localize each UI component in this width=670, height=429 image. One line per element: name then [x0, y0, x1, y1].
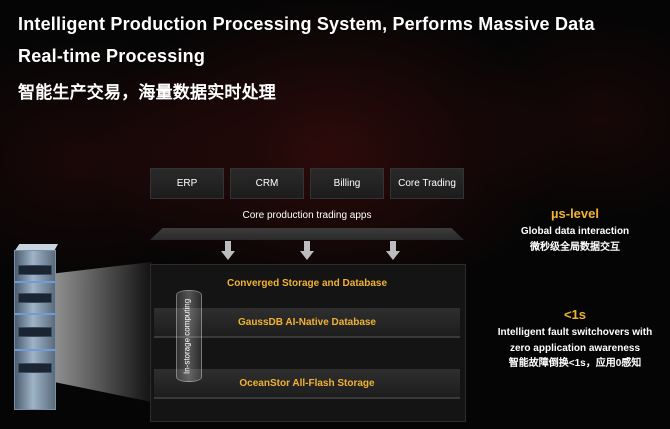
switchover-value: <1s	[563, 307, 587, 322]
server-panel	[18, 265, 52, 275]
arrow-down-icon	[300, 241, 314, 261]
switchover-desc-cn: 智能故障倒换<1s，应用0感知	[508, 358, 642, 370]
converged-storage-label: Converged Storage and Database	[226, 278, 388, 289]
server-light-stripe	[15, 281, 55, 283]
app-row: ERP CRM Billing Core Trading	[150, 168, 464, 199]
in-storage-computing-label: In-storage computing	[182, 298, 192, 374]
architecture-diagram: ERP CRM Billing Core Trading Core produc…	[150, 168, 466, 422]
latency-value: µs-level	[551, 206, 599, 221]
page-title-line-2: Real-time Processing	[18, 46, 206, 66]
latency-desc-cn: 微秒级全局数据交互	[530, 241, 620, 253]
switchover-desc-2: zero application awareness	[509, 342, 641, 354]
app-billing: Billing	[310, 168, 384, 199]
server-panel	[18, 327, 52, 337]
light-beam	[56, 262, 152, 402]
app-platform-slab	[150, 228, 464, 240]
page-title-chinese: 智能生产交易，海量数据实时处理	[18, 83, 276, 102]
app-crm: CRM	[230, 168, 304, 199]
latency-stat: µs-level Global data interaction 微秒级全局数据…	[490, 204, 660, 255]
page-title-line-1: Intelligent Production Processing System…	[18, 14, 595, 34]
latency-desc-en: Global data interaction	[520, 226, 630, 238]
apps-label: Core production trading apps	[242, 210, 372, 221]
switchover-desc-1: Intelligent fault switchovers with	[497, 327, 653, 339]
arrow-down-icon	[386, 241, 400, 261]
server-light-stripe	[15, 313, 55, 315]
switchover-stat: <1s Intelligent fault switchovers with z…	[490, 305, 660, 372]
app-core-trading: Core Trading	[390, 168, 464, 199]
server-light-stripe	[15, 349, 55, 351]
server-panel	[18, 293, 52, 303]
app-erp: ERP	[150, 168, 224, 199]
server-rack-icon	[14, 250, 56, 410]
arrow-down-icon	[221, 241, 235, 261]
server-panel	[18, 363, 52, 373]
